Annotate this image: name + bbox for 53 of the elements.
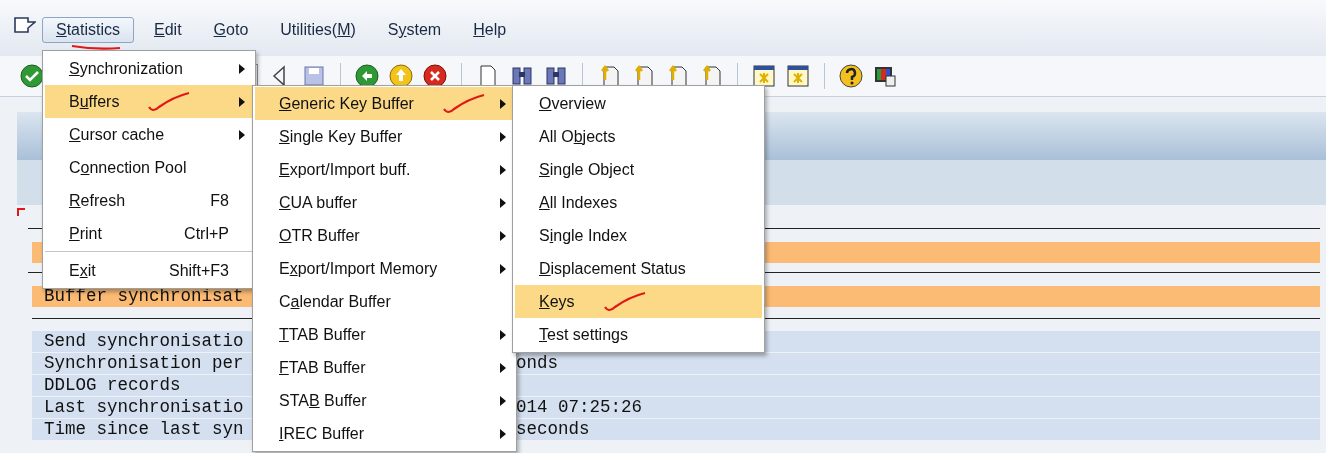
shortcut-text: Ctrl+P — [184, 224, 229, 243]
info-value: 014 07:25:26 — [516, 397, 643, 418]
help-icon[interactable] — [839, 64, 863, 88]
menu-bar-item[interactable]: Help — [459, 17, 521, 43]
enter-icon[interactable] — [20, 64, 44, 88]
menu-item[interactable]: Displacement Status — [515, 252, 762, 285]
menu-item[interactable]: Exit Shift+F3 — [45, 254, 253, 287]
info-label: Synchronisation per — [44, 353, 244, 374]
menu-item[interactable]: Overview — [515, 87, 762, 120]
menu-item[interactable]: OTR Buffer — [255, 219, 514, 252]
menu-item[interactable]: Single Key Buffer — [255, 120, 514, 153]
menu-bar-item[interactable]: Utilities(M) — [266, 17, 370, 43]
status-text: Buffer synchronisat — [43, 286, 244, 307]
layout-icon[interactable] — [873, 64, 897, 88]
menu-item[interactable]: Export/Import Memory — [255, 252, 514, 285]
menu-item[interactable]: Synchronization — [45, 52, 253, 85]
menu-item[interactable]: Keys — [515, 285, 762, 318]
menu-item[interactable]: All Indexes — [515, 186, 762, 219]
shortcut-text: F8 — [210, 191, 229, 210]
menu-item[interactable]: CUA buffer — [255, 186, 514, 219]
info-value: seconds — [516, 419, 590, 440]
menu-item[interactable]: Calendar Buffer — [255, 285, 514, 318]
shortcut-text: Shift+F3 — [168, 261, 229, 280]
menu-item[interactable]: Single Index — [515, 219, 762, 252]
menu-icon[interactable] — [14, 17, 36, 33]
binoculars-icon[interactable] — [510, 64, 534, 88]
info-label: DDLOG records — [44, 375, 181, 396]
menu-item[interactable]: Refresh F8 — [45, 184, 253, 217]
menu-item[interactable]: Buffers — [45, 85, 253, 118]
menu-item[interactable]: All Objects — [515, 120, 762, 153]
window-icon[interactable] — [752, 64, 776, 88]
info-label: Time since last syn — [44, 419, 244, 440]
menu-bar-item[interactable]: System — [373, 17, 456, 43]
save-icon[interactable] — [302, 64, 326, 88]
window-icon[interactable] — [786, 64, 810, 88]
menu-item[interactable]: Test settings — [515, 318, 762, 351]
menu-item[interactable]: Generic Key Buffer — [255, 87, 514, 120]
menu-bar-item[interactable]: Goto — [199, 17, 263, 43]
menu-item[interactable]: FTAB Buffer — [255, 351, 514, 384]
menu-item[interactable]: Print Ctrl+P — [45, 217, 253, 250]
binoculars-icon[interactable] — [544, 64, 568, 88]
info-label: Send synchronisatio — [44, 331, 244, 352]
info-label: Last synchronisatio — [44, 397, 244, 418]
menu-bar-item[interactable]: Edit — [140, 17, 196, 43]
menu-item[interactable]: Export/Import buff. — [255, 153, 514, 186]
menu-item[interactable]: IREC Buffer — [255, 417, 514, 450]
menu-item[interactable]: Connection Pool — [45, 151, 253, 184]
corner-mark-icon — [17, 208, 25, 216]
menu-item[interactable]: TTAB Buffer — [255, 318, 514, 351]
menu-item[interactable]: Cursor cache — [45, 118, 253, 151]
menu-item[interactable]: STAB Buffer — [255, 384, 514, 417]
info-value: onds — [516, 353, 558, 374]
menu-item[interactable]: Single Object — [515, 153, 762, 186]
